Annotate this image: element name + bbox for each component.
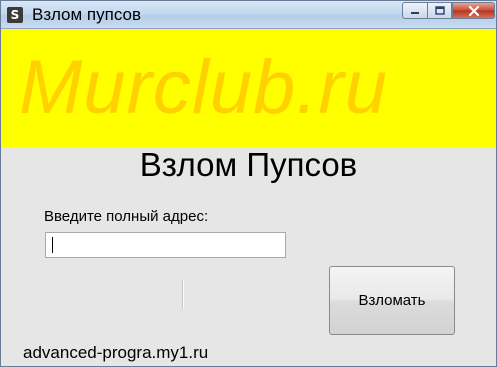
minimize-icon	[411, 11, 419, 14]
title-bar[interactable]: S Взлом пупсов	[1, 1, 496, 29]
maximize-button[interactable]	[427, 2, 452, 19]
text-caret	[52, 237, 53, 253]
site-logo: Murclub.ru	[19, 45, 388, 130]
page-heading: Взлом Пупсов	[139, 146, 358, 183]
close-icon	[468, 5, 479, 16]
maximize-icon	[434, 5, 445, 15]
vertical-divider	[182, 279, 184, 309]
address-input[interactable]	[45, 232, 286, 258]
app-icon[interactable]: S	[7, 7, 23, 23]
minimize-button[interactable]	[402, 2, 427, 19]
address-label: Введите полный адрес:	[44, 208, 209, 225]
app-window: S Взлом пупсов Murclub.ru Взлом Пупсов В…	[0, 0, 497, 367]
hack-button[interactable]: Взломать	[329, 266, 455, 335]
logo-banner: Murclub.ru	[1, 29, 496, 147]
close-button[interactable]	[452, 2, 495, 19]
window-title: Взлом пупсов	[32, 5, 142, 24]
footer-site-label: advanced-progra.my1.ru	[23, 343, 209, 362]
